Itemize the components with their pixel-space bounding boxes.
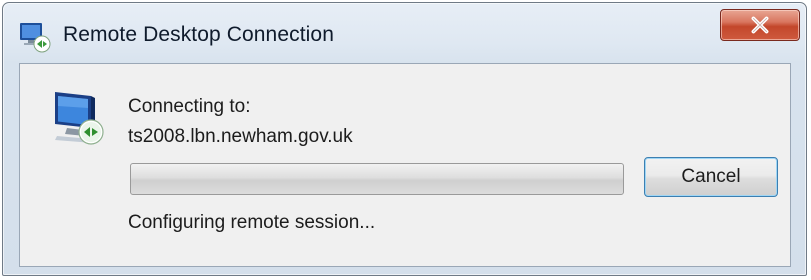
close-button[interactable] xyxy=(720,9,800,41)
close-icon xyxy=(751,16,769,34)
remote-desktop-icon xyxy=(20,23,51,53)
progress-bar xyxy=(130,163,624,195)
window-title: Remote Desktop Connection xyxy=(63,23,334,46)
computer-icon xyxy=(55,92,104,145)
host-name: ts2008.lbn.newham.gov.uk xyxy=(128,126,353,147)
title-bar[interactable]: Remote Desktop Connection xyxy=(3,3,806,63)
cancel-button[interactable]: Cancel xyxy=(644,157,778,197)
remote-desktop-dialog: Remote Desktop Connection Connecting to:… xyxy=(2,2,807,276)
status-text: Configuring remote session... xyxy=(128,212,376,233)
connecting-label: Connecting to: xyxy=(128,96,251,117)
dialog-body: Connecting to: ts2008.lbn.newham.gov.uk … xyxy=(19,63,791,267)
